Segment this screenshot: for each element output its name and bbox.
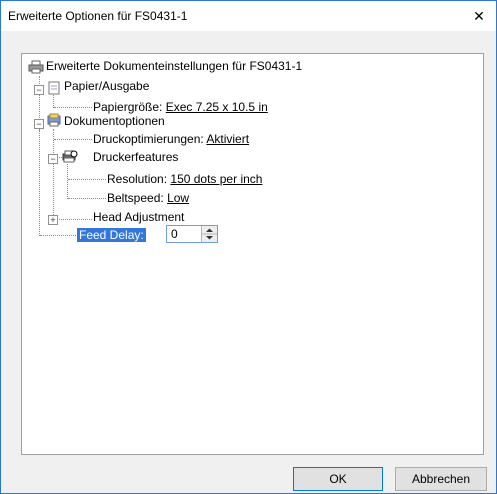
feed-delay-label: Feed Delay:: [77, 228, 146, 242]
document-options-icon: [47, 113, 61, 127]
tree-line: [54, 107, 92, 108]
settings-tree: − − − + Erweiterte Dokumenteinstellungen…: [22, 54, 483, 454]
printer-icon: [28, 60, 44, 74]
tree-item-druckoptimierungen[interactable]: Druckoptimierungen: Aktiviert: [93, 131, 249, 147]
spinner-arrows-icon[interactable]: [202, 226, 217, 242]
feed-delay-value[interactable]: 0: [171, 227, 178, 241]
cancel-button[interactable]: Abbrechen: [395, 467, 487, 491]
tree-line: [53, 129, 54, 219]
expand-icon[interactable]: +: [48, 215, 58, 225]
printer-features-icon: [62, 150, 78, 163]
resolution-label: Resolution:: [107, 172, 168, 186]
tree-root-label: Erweiterte Dokumenteinstellungen für FS0…: [46, 59, 303, 73]
close-icon[interactable]: ✕: [464, 2, 494, 30]
paper-size-value[interactable]: Exec 7.25 x 10.5 in: [166, 100, 268, 114]
tree-item-feed-delay[interactable]: Feed Delay:: [77, 227, 146, 243]
tree-item-papier-ausgabe[interactable]: Papier/Ausgabe: [64, 78, 149, 94]
ok-button[interactable]: OK: [293, 467, 383, 491]
feed-delay-spinbox[interactable]: 0: [166, 225, 218, 243]
tree-line: [39, 130, 40, 236]
tree-item-resolution[interactable]: Resolution: 150 dots per inch: [107, 171, 262, 187]
paper-icon: [48, 81, 60, 95]
druckopt-value[interactable]: Aktiviert: [206, 132, 249, 146]
tree-line: [68, 179, 106, 180]
beltspeed-label: Beltspeed:: [107, 191, 164, 205]
tree-line: [67, 164, 68, 199]
resolution-value[interactable]: 150 dots per inch: [170, 172, 262, 186]
collapse-icon[interactable]: −: [34, 119, 44, 129]
spinner-buttons[interactable]: [201, 226, 217, 242]
tree-line: [54, 139, 92, 140]
tree-line: [68, 198, 106, 199]
tree-item-druckerfeatures[interactable]: Druckerfeatures: [93, 149, 178, 165]
paper-size-label: Papiergröße:: [93, 100, 163, 114]
tree-item-head-adjustment[interactable]: Head Adjustment: [93, 209, 184, 225]
window-title: Erweiterte Optionen für FS0431-1: [8, 9, 188, 23]
tree-line: [54, 219, 92, 220]
dialog-window: Erweiterte Optionen für FS0431-1 ✕ − − −…: [0, 0, 497, 494]
collapse-icon[interactable]: −: [48, 154, 58, 164]
tree-line: [40, 235, 76, 236]
beltspeed-value[interactable]: Low: [167, 191, 189, 205]
collapse-icon[interactable]: −: [34, 85, 44, 95]
tree-item-dokumentoptionen[interactable]: Dokumentoptionen: [64, 113, 165, 129]
settings-tree-panel: − − − + Erweiterte Dokumenteinstellungen…: [21, 53, 484, 455]
tree-item-beltspeed[interactable]: Beltspeed: Low: [107, 190, 189, 206]
title-bar: Erweiterte Optionen für FS0431-1 ✕: [1, 1, 496, 31]
druckopt-label: Druckoptimierungen:: [93, 132, 204, 146]
